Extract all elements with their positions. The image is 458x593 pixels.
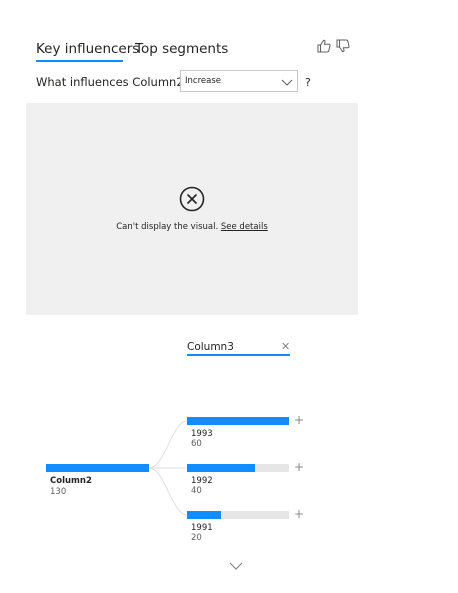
child-node-label: 1992 — [191, 476, 213, 486]
tree-connectors — [148, 420, 188, 516]
root-node-count: 130 — [50, 487, 67, 497]
child-node-bar[interactable] — [187, 511, 289, 519]
child-node-label: 1991 — [191, 523, 213, 533]
expand-plus-icon[interactable]: + — [294, 461, 304, 473]
child-node-bar-fill — [187, 511, 221, 519]
child-node-bar-fill — [187, 464, 256, 472]
root-node-bar[interactable] — [46, 464, 149, 472]
child-node-count: 20 — [191, 533, 202, 543]
child-node-bar-fill — [187, 417, 289, 425]
child-node-count: 60 — [191, 439, 202, 449]
expand-plus-icon[interactable]: + — [294, 508, 304, 520]
root-node-label: Column2 — [50, 476, 92, 486]
child-node-count: 40 — [191, 486, 202, 496]
expand-plus-icon[interactable]: + — [294, 414, 304, 426]
root-node-bar-fill — [46, 464, 149, 472]
child-node-bar[interactable] — [187, 464, 289, 472]
child-node-bar[interactable] — [187, 417, 289, 425]
chevron-down-icon[interactable] — [229, 556, 243, 575]
child-node-label: 1993 — [191, 429, 213, 439]
